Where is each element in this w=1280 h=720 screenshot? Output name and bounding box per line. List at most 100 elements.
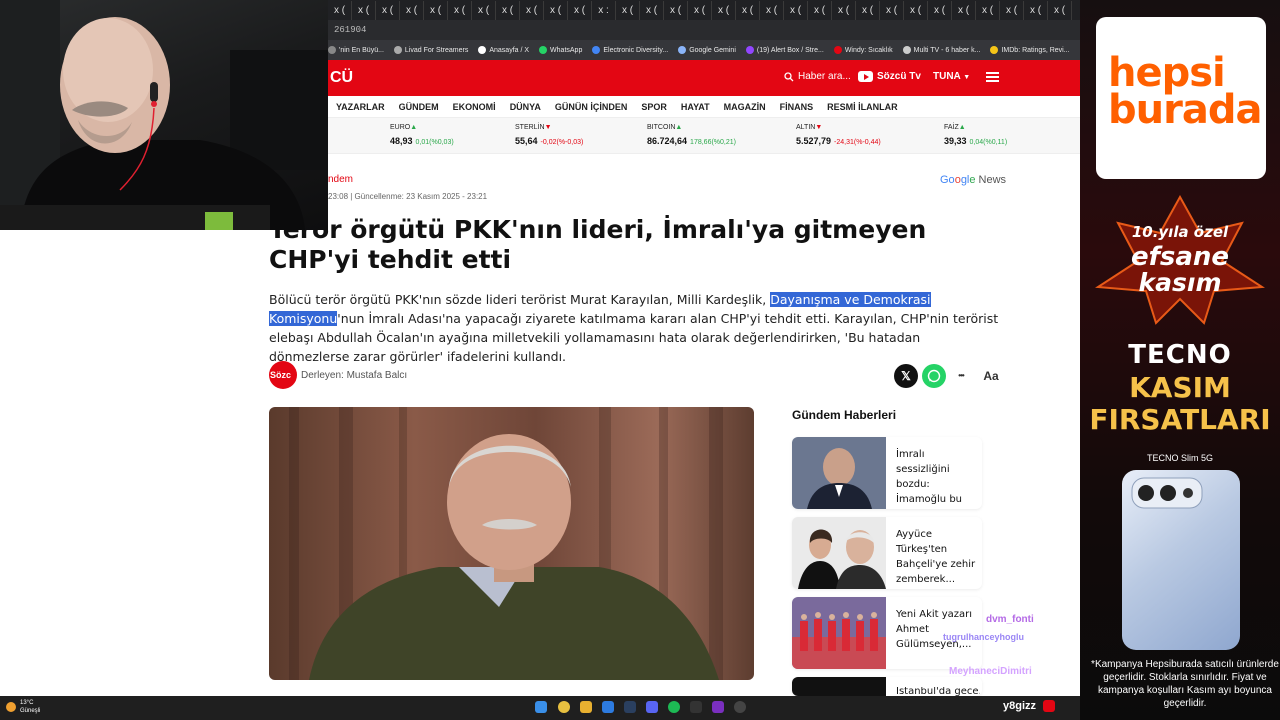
browser-tab[interactable]: x ( — [736, 1, 760, 20]
browser-tab[interactable]: x ( — [424, 1, 448, 20]
browser-tab[interactable]: x ( — [904, 1, 928, 20]
bookmark-item[interactable]: 'nin En Büyü... — [328, 40, 384, 60]
browser-tab[interactable]: x ( — [472, 1, 496, 20]
browser-tab[interactable]: x ( — [712, 1, 736, 20]
ticker-name: STERLİN — [515, 124, 545, 131]
ticker-change: -24,31(%-0,44) — [834, 139, 881, 146]
browser-tab[interactable]: x ( — [976, 1, 1000, 20]
ticker-value: 39,33 — [944, 136, 967, 146]
nav-item[interactable]: FİNANS — [780, 102, 814, 112]
browser-tab[interactable]: x ( — [808, 1, 832, 20]
search-button[interactable]: Haber ara... — [784, 71, 851, 82]
nav-item[interactable]: GÜNDEM — [399, 102, 439, 112]
windows-start-icon[interactable] — [535, 701, 547, 713]
bookmark-item[interactable]: Windy: Sıcaklık — [833, 40, 893, 60]
bookmark-item[interactable]: WhatsApp — [539, 40, 582, 60]
browser-tab[interactable]: x ( — [520, 1, 544, 20]
browser-tab[interactable]: x ( — [1024, 1, 1048, 20]
site-logo[interactable]: CÜ — [330, 69, 353, 87]
arrow-down-icon: ▼ — [815, 124, 823, 131]
user-menu[interactable]: TUNA ▼ — [933, 71, 970, 82]
browser-tab[interactable]: x ( — [832, 1, 856, 20]
sozcu-tv-label: Sözcü Tv — [877, 71, 921, 82]
app-icon[interactable] — [602, 701, 614, 713]
discord-icon[interactable] — [646, 701, 658, 713]
bookmark-favicon-icon — [745, 46, 754, 54]
share-whatsapp-button[interactable] — [922, 364, 946, 388]
news-card[interactable]: Ayyüce Türkeş'ten Bahçeli'ye zehir zembe… — [792, 517, 982, 589]
streamer-name: y8gizz — [1003, 700, 1037, 712]
bookmark-label: IMDb: Ratings, Revi... — [1001, 46, 1070, 54]
nav-item[interactable]: MAGAZİN — [724, 102, 766, 112]
browser-tab[interactable]: x ( — [616, 1, 640, 20]
browser-tab[interactable]: x ( — [568, 1, 592, 20]
file-explorer-icon[interactable] — [580, 701, 592, 713]
bookmark-item[interactable]: (19) Alert Box / Stre... — [745, 40, 824, 60]
record-icon[interactable] — [1043, 700, 1055, 712]
news-card[interactable]: İmralı sessizliğini bozdu: İmamoğlu bu s… — [792, 437, 982, 509]
nav-item[interactable]: YAZARLAR — [336, 102, 385, 112]
browser-tab[interactable]: x ( — [448, 1, 472, 20]
nav-item[interactable]: RESMİ İLANLAR — [827, 102, 898, 112]
browser-tab[interactable]: x ( — [688, 1, 712, 20]
news-card[interactable]: İstanbul'da gece... — [792, 677, 982, 696]
nav-item[interactable]: DÜNYA — [510, 102, 541, 112]
browser-tab[interactable]: x ( — [544, 1, 568, 20]
obs-icon[interactable] — [734, 701, 746, 713]
nav-item[interactable]: EKONOMİ — [453, 102, 496, 112]
browser-tab[interactable]: x ( — [856, 1, 880, 20]
weather-widget[interactable]: 13°C Güneşli — [6, 699, 40, 715]
font-size-button[interactable]: Aa — [979, 364, 1003, 388]
browser-tab[interactable]: x ( — [760, 1, 784, 20]
browser-tab[interactable]: x ( — [952, 1, 976, 20]
browser-tab[interactable]: x ( — [928, 1, 952, 20]
market-ticker-item[interactable]: STERLİN▼ 55,64 -0,02(%-0,03) — [515, 124, 583, 149]
bookmark-label: WhatsApp — [550, 46, 583, 54]
browser-tab[interactable]: x ( — [400, 1, 424, 20]
chrome-icon[interactable] — [558, 701, 570, 713]
browser-tab[interactable]: x ( — [376, 1, 400, 20]
google-news-link[interactable]: Google News — [940, 174, 1006, 186]
bookmark-item[interactable]: Livad For Streamers — [393, 40, 468, 60]
sozcu-tv-button[interactable]: Sözcü Tv — [858, 71, 921, 82]
nav-item[interactable]: SPOR — [641, 102, 667, 112]
kick-icon[interactable] — [712, 701, 724, 713]
more-share-button[interactable]: ••• — [949, 364, 973, 388]
bookmark-item[interactable]: IMDb: Ratings, Revi... — [990, 40, 1070, 60]
spotify-icon[interactable] — [668, 701, 680, 713]
badge-top-text: 10.yıla özel — [1132, 223, 1229, 241]
nav-item[interactable]: HAYAT — [681, 102, 710, 112]
market-ticker-item[interactable]: BITCOIN▲ 86.724,64 178,66(%0,21) — [647, 124, 736, 149]
browser-tab[interactable]: x : — [592, 1, 616, 20]
browser-tab[interactable]: x ( — [664, 1, 688, 20]
chevron-down-icon: ▼ — [963, 74, 971, 81]
browser-tab[interactable]: x ( — [640, 1, 664, 20]
browser-tab[interactable]: x ( — [1048, 1, 1072, 20]
bookmark-favicon-icon — [328, 46, 336, 54]
article-summary: Bölücü terör örgütü PKK'nın sözde lideri… — [269, 292, 999, 364]
browser-tab[interactable]: x ( — [352, 1, 376, 20]
steam-icon[interactable] — [624, 701, 636, 713]
news-thumbnail — [792, 437, 886, 509]
breadcrumb-category[interactable]: ndem — [328, 174, 353, 185]
nav-item[interactable]: GÜNÜN İÇİNDEN — [555, 102, 628, 112]
market-ticker-item[interactable]: ALTIN▼ 5.527,79 -24,31(%-0,44) — [796, 124, 881, 149]
hamburger-menu-icon[interactable] — [986, 72, 999, 82]
address-bar[interactable]: 261904 — [328, 20, 1080, 40]
browser-tab[interactable]: x ( — [328, 1, 352, 20]
browser-tab[interactable]: x ( — [880, 1, 904, 20]
bookmark-item[interactable]: Google Gemini — [678, 40, 736, 60]
phone-image — [1122, 470, 1240, 650]
epic-games-icon[interactable] — [690, 701, 702, 713]
hepsiburada-logo[interactable]: hepsi burada — [1096, 17, 1266, 179]
share-x-button[interactable]: 𝕏 — [894, 364, 918, 388]
bookmark-item[interactable]: Multi TV - 6 haber k... — [902, 40, 980, 60]
bookmark-item[interactable]: Anasayfa / X — [478, 40, 529, 60]
market-ticker-item[interactable]: FAİZ▲ 39,33 0,04(%0,11) — [944, 124, 1007, 149]
market-ticker-item[interactable]: EURO▲ 48,93 0,01(%0,03) — [390, 124, 454, 149]
bookmark-item[interactable]: Electronic Diversity... — [592, 40, 668, 60]
browser-tab[interactable]: x ( — [496, 1, 520, 20]
article-main-image[interactable] — [269, 407, 754, 680]
browser-tab[interactable]: x ( — [784, 1, 808, 20]
browser-tab[interactable]: x ( — [1000, 1, 1024, 20]
